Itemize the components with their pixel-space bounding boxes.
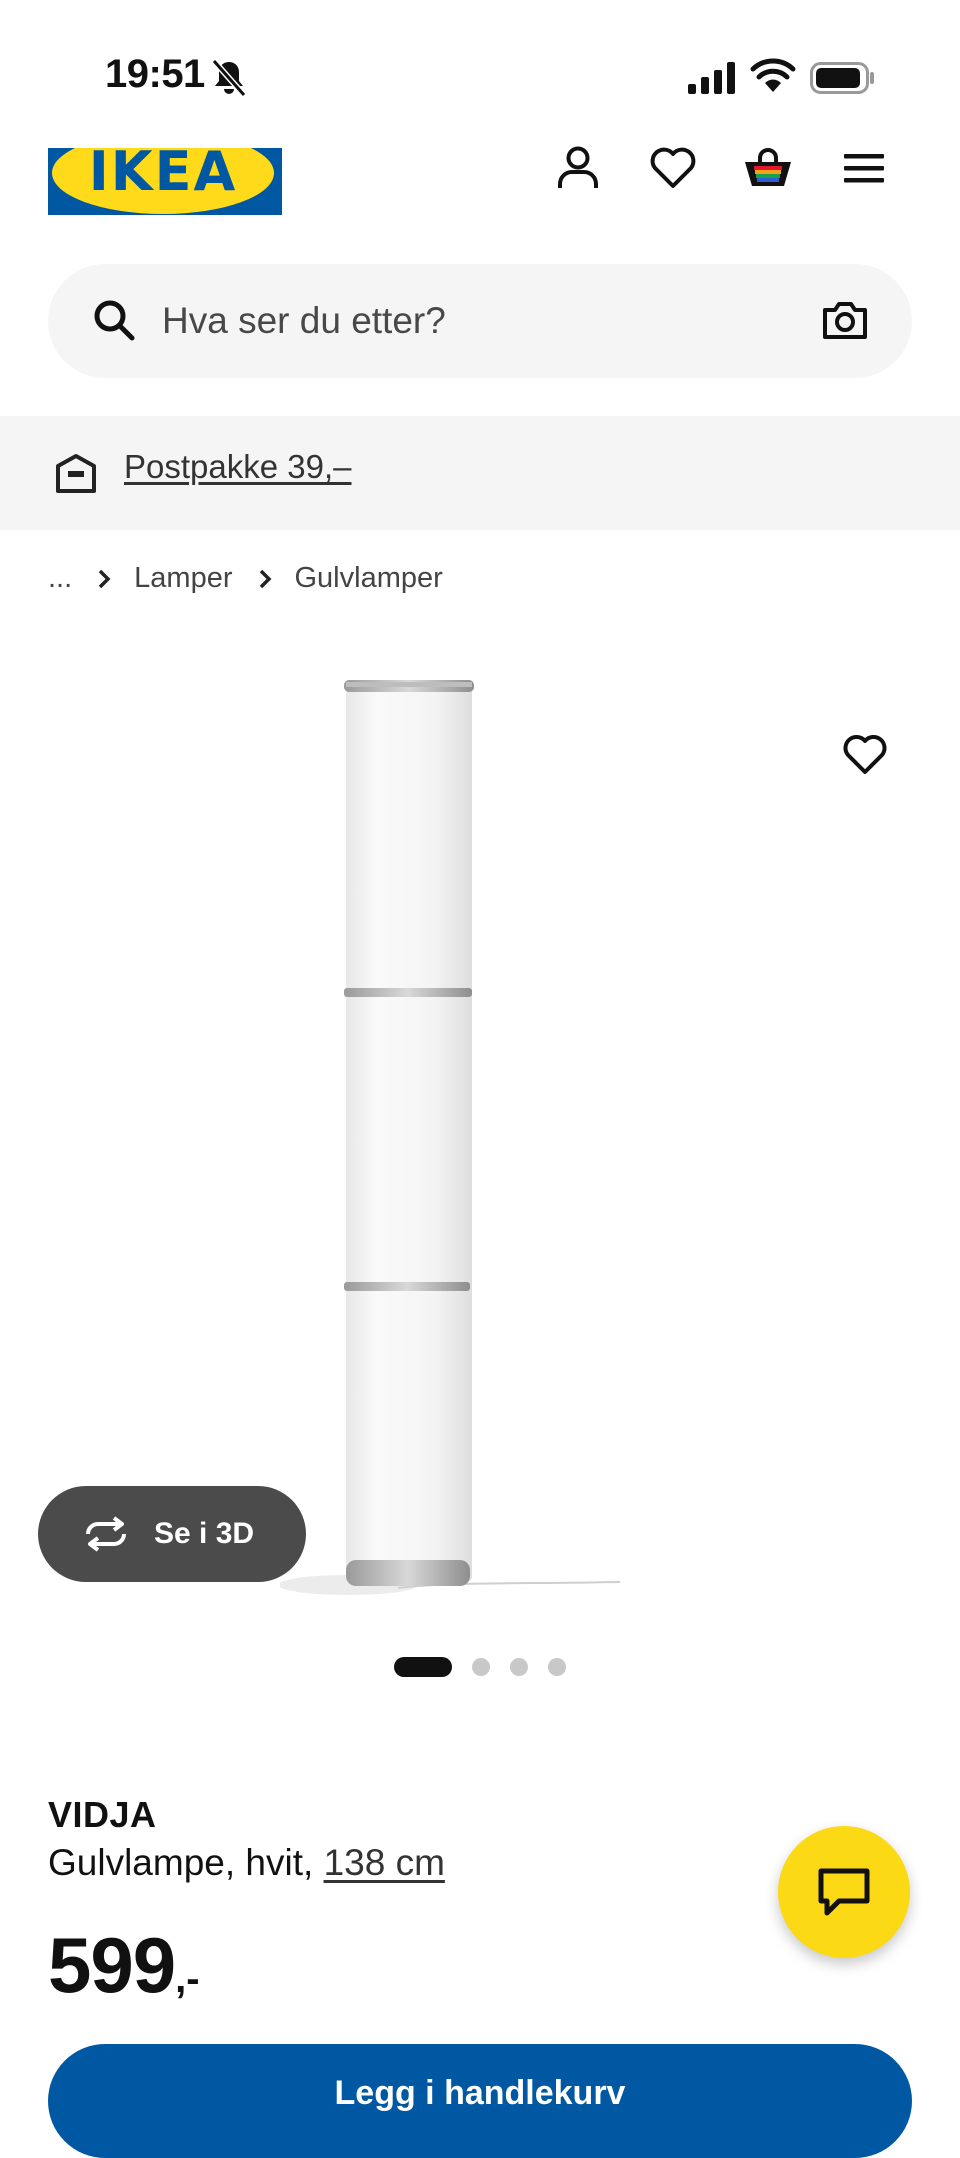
heart-icon[interactable] (840, 730, 890, 780)
view-3d-label: Se i 3D (154, 1517, 255, 1550)
product-name: VIDJA (48, 1794, 157, 1835)
product-size-link[interactable]: 138 cm (324, 1842, 445, 1883)
profile-icon[interactable] (552, 142, 604, 194)
add-to-cart-button[interactable]: Legg i handlekurv (48, 2044, 912, 2158)
shipping-link[interactable]: Postpakke 39,– (124, 448, 352, 486)
product-price: 599,- (48, 1920, 200, 2011)
product-image[interactable] (280, 670, 660, 1610)
rotate-3d-icon (86, 1516, 126, 1552)
price-suffix: ,- (175, 1957, 200, 2001)
battery-icon (810, 62, 874, 94)
breadcrumb-item-gulvlamper[interactable]: Gulvlamper (295, 562, 443, 595)
breadcrumb-item-lamper[interactable]: Lamper (134, 562, 232, 595)
price-value: 599 (48, 1921, 176, 2009)
status-time: 19:51 (105, 52, 205, 96)
heart-icon[interactable] (647, 142, 699, 194)
wifi-icon (750, 58, 796, 92)
ikea-logo[interactable]: IKEA ® (48, 148, 282, 215)
chevron-right-icon (98, 569, 111, 588)
add-to-cart-label: Legg i handlekurv (334, 2074, 626, 2112)
product-description: Gulvlampe, hvit, 138 cm (48, 1842, 445, 1884)
chat-icon (818, 1868, 870, 1916)
search-input[interactable] (162, 296, 762, 346)
chevron-right-icon (259, 569, 271, 588)
shopping-bag-icon[interactable] (742, 142, 794, 194)
box-icon (56, 454, 96, 493)
carousel-dots (394, 1657, 586, 1677)
bell-off-icon (211, 59, 247, 97)
menu-icon[interactable] (838, 142, 890, 194)
breadcrumb: ... Lamper Gulvlamper (48, 562, 443, 595)
search-icon[interactable] (92, 298, 136, 342)
carousel-dot[interactable] (548, 1658, 566, 1676)
carousel-dot[interactable] (394, 1657, 452, 1677)
view-3d-button[interactable]: Se i 3D (38, 1486, 306, 1582)
logo-text: IKEA (88, 148, 238, 203)
carousel-dot[interactable] (472, 1658, 490, 1676)
breadcrumb-ellipsis[interactable]: ... (48, 562, 72, 595)
cellular-signal-icon (688, 62, 735, 94)
chat-button[interactable] (778, 1826, 910, 1958)
carousel-dot[interactable] (510, 1658, 528, 1676)
product-description-text: Gulvlampe, hvit, (48, 1842, 324, 1883)
camera-icon[interactable] (822, 300, 868, 340)
